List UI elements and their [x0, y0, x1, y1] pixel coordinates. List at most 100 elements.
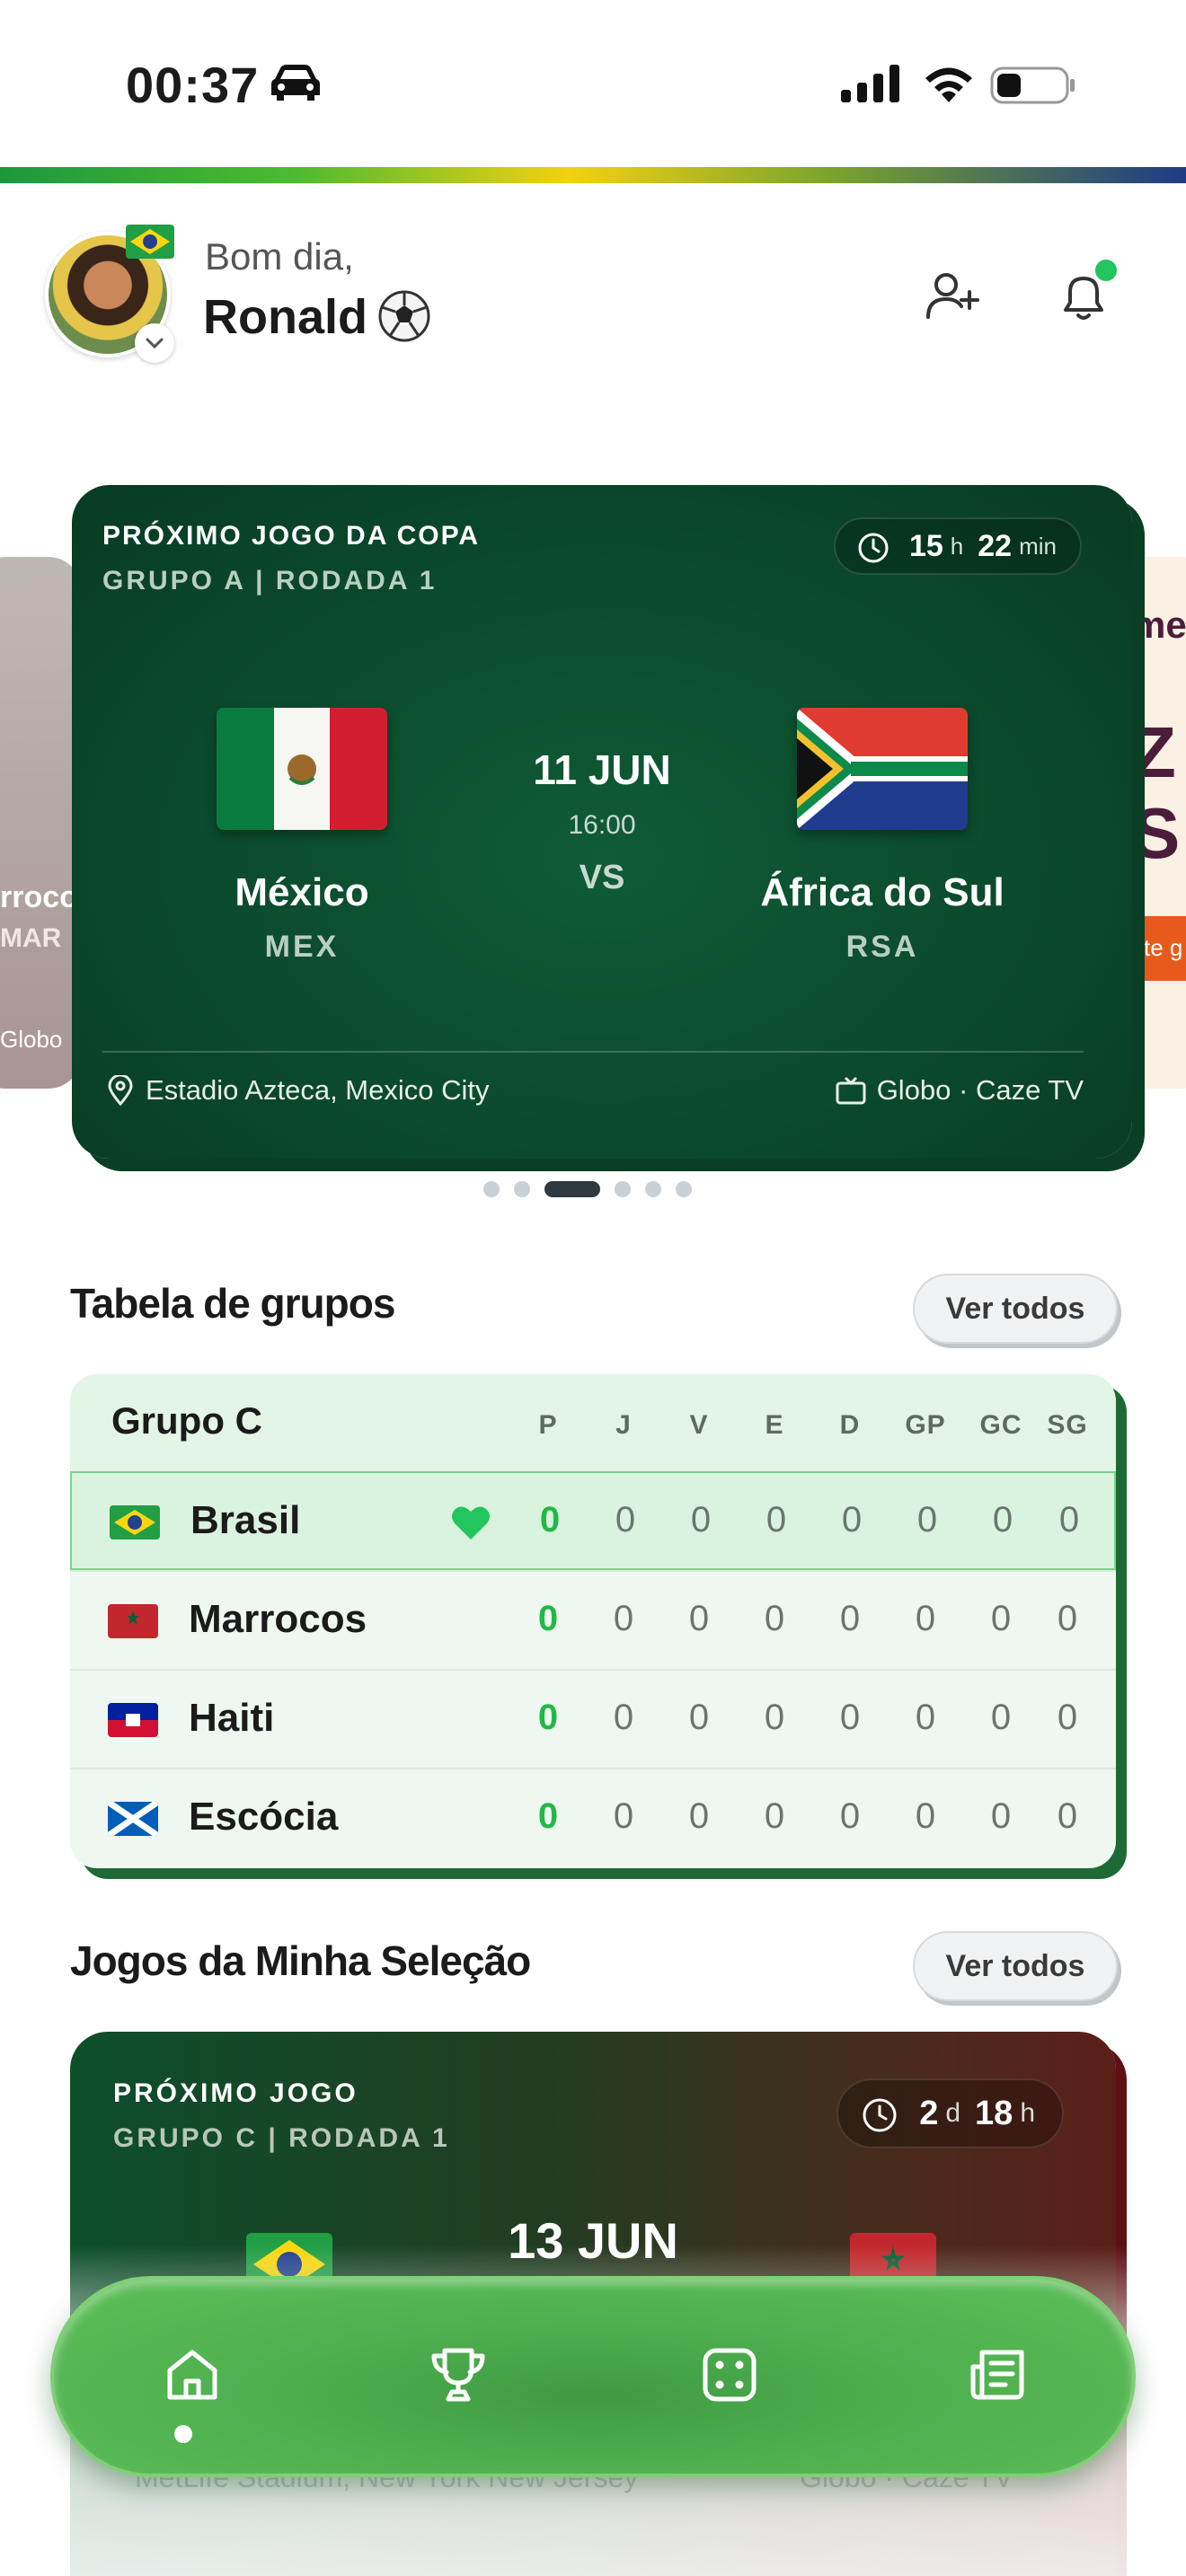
- status-bar: 00:37: [0, 0, 1186, 171]
- countdown-minutes: 22: [978, 528, 1013, 563]
- haiti-flag-icon: [108, 1703, 158, 1737]
- prev-card-code: MAR: [0, 923, 62, 953]
- countdown-minutes-unit: min: [1019, 532, 1057, 560]
- my-team-card-title: PRÓXIMO JOGO: [113, 2078, 358, 2108]
- bottom-nav: [50, 2276, 1136, 2477]
- page-dot[interactable]: [483, 1181, 500, 1197]
- stat-gp: 0: [916, 1500, 938, 1539]
- stat-d: 0: [839, 1698, 861, 1737]
- brazil-flag-icon: [110, 1505, 160, 1539]
- trophy-icon[interactable]: [413, 2330, 503, 2420]
- stat-v: 0: [690, 1500, 712, 1539]
- away-team-code: RSA: [845, 930, 919, 964]
- stat-e: 0: [764, 1698, 785, 1737]
- featured-match-card[interactable]: PRÓXIMO JOGO DA COPA GRUPO A | RODADA 1 …: [72, 485, 1132, 1159]
- home-icon[interactable]: [147, 2330, 237, 2420]
- away-team-name: África do Sul: [760, 870, 1005, 914]
- stat-gp: 0: [915, 1796, 936, 1836]
- groups-see-all-button[interactable]: Ver todos: [913, 1274, 1118, 1344]
- table-row[interactable]: Haiti 0 0 0 0 0 0 0 0: [70, 1669, 1116, 1768]
- page-dot[interactable]: [676, 1181, 692, 1197]
- stat-e: 0: [764, 1796, 785, 1836]
- versus-label: VS: [579, 859, 625, 896]
- add-friend-icon[interactable]: [916, 260, 988, 332]
- stat-e: 0: [764, 1599, 785, 1638]
- countdown-hours-unit: h: [950, 532, 964, 560]
- next-card-line1: me: [1132, 604, 1186, 646]
- prev-card-team: rroco: [0, 880, 78, 914]
- col-header-p: P: [538, 1410, 558, 1440]
- table-row[interactable]: Brasil 0 0 0 0 0 0 0 0: [70, 1471, 1116, 1570]
- my-team-section-title: Jogos da Minha Seleção: [70, 1937, 531, 1984]
- table-row[interactable]: Marrocos 0 0 0 0 0 0 0 0: [70, 1570, 1116, 1669]
- nav-active-indicator: [174, 2425, 192, 2443]
- countdown-hours: 15: [908, 528, 943, 563]
- broadcasters-text: Globo · Caze TV: [876, 1074, 1084, 1106]
- home-team-code: MEX: [264, 930, 340, 964]
- card-divider: [102, 1051, 1084, 1053]
- clock-time: 00:37: [126, 57, 260, 113]
- match-time: 16:00: [568, 810, 636, 840]
- col-header-j: J: [615, 1410, 632, 1440]
- clock-icon: [863, 2098, 897, 2132]
- south-africa-flag-icon: [797, 708, 968, 830]
- stat-j: 0: [615, 1500, 636, 1539]
- stat-gc: 0: [992, 1500, 1013, 1539]
- stat-p: 0: [539, 1500, 561, 1539]
- stat-sg: 0: [1058, 1500, 1080, 1539]
- stat-e: 0: [766, 1500, 787, 1539]
- page-dot[interactable]: [645, 1181, 661, 1197]
- col-header-e: E: [765, 1410, 784, 1440]
- venue-text: Estadio Azteca, Mexico City: [146, 1074, 490, 1106]
- scotland-flag-icon: [108, 1802, 158, 1836]
- carousel-pagination[interactable]: [483, 1180, 692, 1198]
- table-row[interactable]: Escócia 0 0 0 0 0 0 0 0: [70, 1768, 1116, 1866]
- col-header-gp: GP: [905, 1410, 946, 1440]
- home-team: México MEX: [140, 708, 464, 965]
- user-name: Ronald: [203, 290, 367, 344]
- stat-sg: 0: [1057, 1698, 1078, 1737]
- stat-gc: 0: [990, 1796, 1012, 1836]
- stat-v: 0: [688, 1796, 710, 1836]
- stat-sg: 0: [1057, 1796, 1078, 1836]
- my-team-see-all-button[interactable]: Ver todos: [913, 1931, 1118, 2001]
- battery-icon: [990, 66, 1075, 104]
- countdown-days-unit: d: [945, 2098, 961, 2128]
- chevron-down-icon[interactable]: [135, 323, 174, 363]
- signal-icon: [841, 65, 899, 102]
- group-table-header: Grupo C P J V E D GP GC SG: [70, 1374, 1116, 1473]
- away-team: África do Sul RSA: [721, 708, 1044, 965]
- col-header-v: V: [689, 1410, 709, 1440]
- stat-v: 0: [688, 1698, 710, 1737]
- dice-icon[interactable]: [685, 2330, 774, 2420]
- stat-d: 0: [841, 1500, 863, 1539]
- stat-j: 0: [613, 1698, 634, 1737]
- news-icon[interactable]: [952, 2330, 1042, 2420]
- my-team-card-subtitle: GRUPO C | RODADA 1: [113, 2123, 450, 2153]
- carousel-card-prev[interactable]: rroco MAR Globo: [0, 557, 81, 1089]
- next-card-button: ste g: [1132, 934, 1183, 961]
- countdown-hours-unit: h: [1020, 2098, 1035, 2128]
- featured-subtitle: GRUPO A | RODADA 1: [102, 566, 438, 595]
- col-header-sg: SG: [1047, 1410, 1088, 1440]
- page-dot-active[interactable]: [544, 1181, 600, 1197]
- stat-gc: 0: [990, 1698, 1012, 1737]
- group-name: Grupo C: [111, 1399, 262, 1442]
- group-table: Grupo C P J V E D GP GC SG Brasil 0 0 0 …: [70, 1374, 1116, 1868]
- stat-v: 0: [688, 1599, 710, 1638]
- match-date: 11 JUN: [533, 746, 671, 793]
- heart-icon[interactable]: [451, 1504, 491, 1541]
- stat-sg: 0: [1057, 1599, 1078, 1638]
- featured-title: PRÓXIMO JOGO DA COPA: [102, 521, 481, 551]
- next-card-line2: Z: [1132, 712, 1176, 792]
- page-dot[interactable]: [615, 1181, 631, 1197]
- brand-stripe: [0, 167, 1186, 183]
- page-dot[interactable]: [514, 1181, 530, 1197]
- venue: Estadio Azteca, Mexico City: [108, 1074, 490, 1107]
- stat-p: 0: [537, 1698, 559, 1737]
- stat-d: 0: [839, 1599, 861, 1638]
- stat-p: 0: [537, 1599, 559, 1638]
- notification-dot: [1093, 257, 1120, 284]
- col-header-gc: GC: [979, 1410, 1022, 1440]
- wifi-icon: [925, 67, 972, 102]
